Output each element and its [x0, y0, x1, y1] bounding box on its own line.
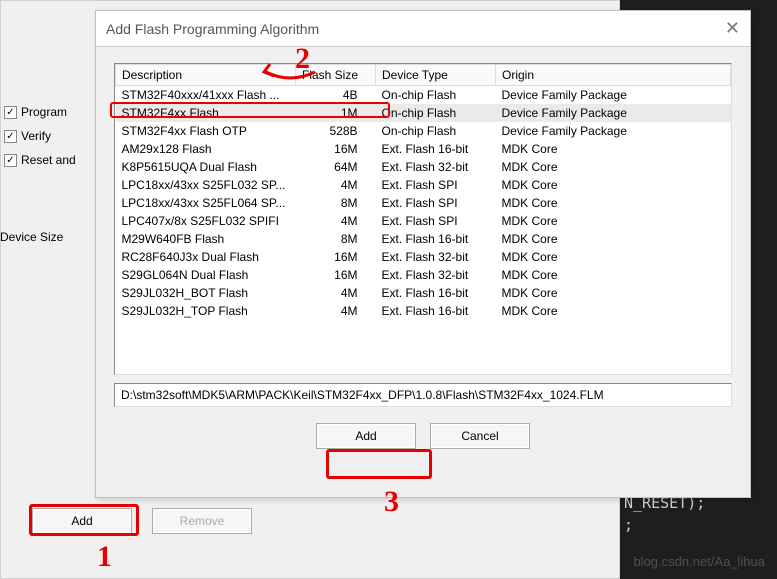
table-row[interactable]: LPC18xx/43xx S25FL064 SP...8MExt. Flash …: [116, 194, 731, 212]
cell-size: 1M: [296, 104, 376, 122]
cell-origin: MDK Core: [496, 302, 731, 320]
table-row[interactable]: AM29x128 Flash16MExt. Flash 16-bitMDK Co…: [116, 140, 731, 158]
algorithm-table[interactable]: DescriptionFlash SizeDevice TypeOrigin S…: [114, 63, 732, 375]
reset-checkbox[interactable]: ✓ Reset and: [4, 148, 76, 172]
remove-button-parent: Remove: [152, 508, 252, 534]
table-row[interactable]: STM32F4xx Flash OTP528BOn-chip FlashDevi…: [116, 122, 731, 140]
cell-size: 4M: [296, 212, 376, 230]
cell-dtype: Ext. Flash 32-bit: [376, 158, 496, 176]
check-icon: ✓: [4, 154, 17, 167]
cell-size: 16M: [296, 140, 376, 158]
add-button[interactable]: Add: [316, 423, 416, 449]
download-options-group: ✓ Program ✓ Verify ✓ Reset and: [4, 100, 76, 172]
device-size-label: Device Size: [0, 230, 63, 244]
cell-size: 4M: [296, 302, 376, 320]
cell-origin: MDK Core: [496, 140, 731, 158]
table-row[interactable]: STM32F4xx Flash1MOn-chip FlashDevice Fam…: [116, 104, 731, 122]
dialog-titlebar[interactable]: Add Flash Programming Algorithm ✕: [96, 11, 750, 47]
table-row[interactable]: LPC18xx/43xx S25FL032 SP...4MExt. Flash …: [116, 176, 731, 194]
table-row[interactable]: S29JL032H_BOT Flash4MExt. Flash 16-bitMD…: [116, 284, 731, 302]
cancel-button[interactable]: Cancel: [430, 423, 530, 449]
table-row[interactable]: RC28F640J3x Dual Flash16MExt. Flash 32-b…: [116, 248, 731, 266]
cell-size: 4B: [296, 86, 376, 105]
cell-size: 8M: [296, 194, 376, 212]
cell-dtype: Ext. Flash SPI: [376, 194, 496, 212]
cell-dtype: Ext. Flash 32-bit: [376, 248, 496, 266]
cell-dtype: On-chip Flash: [376, 86, 496, 105]
cell-dtype: Ext. Flash 16-bit: [376, 140, 496, 158]
cell-desc: M29W640FB Flash: [116, 230, 296, 248]
cell-dtype: Ext. Flash 16-bit: [376, 284, 496, 302]
reset-label: Reset and: [21, 153, 76, 167]
cell-origin: MDK Core: [496, 212, 731, 230]
cell-desc: STM32F4xx Flash OTP: [116, 122, 296, 140]
cell-origin: Device Family Package: [496, 104, 731, 122]
cell-origin: MDK Core: [496, 284, 731, 302]
table-header: DescriptionFlash SizeDevice TypeOrigin: [116, 65, 731, 86]
cell-desc: S29JL032H_BOT Flash: [116, 284, 296, 302]
code-line: ;: [620, 514, 777, 536]
cell-dtype: Ext. Flash 16-bit: [376, 302, 496, 320]
column-header[interactable]: Description: [116, 65, 296, 86]
verify-checkbox[interactable]: ✓ Verify: [4, 124, 76, 148]
watermark: blog.csdn.net/Aa_lihua: [633, 554, 765, 569]
check-icon: ✓: [4, 130, 17, 143]
cell-desc: AM29x128 Flash: [116, 140, 296, 158]
dialog-content: DescriptionFlash SizeDevice TypeOrigin S…: [96, 47, 750, 497]
cell-size: 8M: [296, 230, 376, 248]
table-row[interactable]: S29GL064N Dual Flash16MExt. Flash 32-bit…: [116, 266, 731, 284]
cell-dtype: Ext. Flash 32-bit: [376, 266, 496, 284]
parent-button-row: Add Remove: [32, 508, 252, 534]
cell-origin: MDK Core: [496, 158, 731, 176]
cell-dtype: On-chip Flash: [376, 104, 496, 122]
cell-size: 528B: [296, 122, 376, 140]
cell-origin: MDK Core: [496, 248, 731, 266]
add-button-parent[interactable]: Add: [32, 508, 132, 534]
path-field[interactable]: D:\stm32soft\MDK5\ARM\PACK\Keil\STM32F4x…: [114, 383, 732, 407]
cell-size: 64M: [296, 158, 376, 176]
cell-desc: K8P5615UQA Dual Flash: [116, 158, 296, 176]
cell-size: 16M: [296, 248, 376, 266]
cell-dtype: Ext. Flash 16-bit: [376, 230, 496, 248]
add-flash-dialog: Add Flash Programming Algorithm ✕ Descri…: [95, 10, 751, 498]
cell-dtype: Ext. Flash SPI: [376, 176, 496, 194]
close-icon[interactable]: ✕: [725, 18, 740, 39]
table-row[interactable]: LPC407x/8x S25FL032 SPIFI4MExt. Flash SP…: [116, 212, 731, 230]
cell-desc: RC28F640J3x Dual Flash: [116, 248, 296, 266]
dialog-title: Add Flash Programming Algorithm: [106, 21, 725, 37]
cell-origin: MDK Core: [496, 176, 731, 194]
column-header[interactable]: Flash Size: [296, 65, 376, 86]
cell-origin: MDK Core: [496, 194, 731, 212]
cell-desc: LPC18xx/43xx S25FL032 SP...: [116, 176, 296, 194]
dialog-button-row: Add Cancel: [114, 423, 732, 449]
cell-desc: STM32F40xxx/41xxx Flash ...: [116, 86, 296, 105]
check-icon: ✓: [4, 106, 17, 119]
cell-desc: LPC407x/8x S25FL032 SPIFI: [116, 212, 296, 230]
verify-label: Verify: [21, 129, 51, 143]
program-label: Program: [21, 105, 67, 119]
cell-dtype: On-chip Flash: [376, 122, 496, 140]
program-checkbox[interactable]: ✓ Program: [4, 100, 76, 124]
column-header[interactable]: Origin: [496, 65, 731, 86]
cell-desc: STM32F4xx Flash: [116, 104, 296, 122]
cell-size: 4M: [296, 176, 376, 194]
cell-origin: MDK Core: [496, 266, 731, 284]
table-row[interactable]: S29JL032H_TOP Flash4MExt. Flash 16-bitMD…: [116, 302, 731, 320]
cell-size: 16M: [296, 266, 376, 284]
cell-origin: MDK Core: [496, 230, 731, 248]
column-header[interactable]: Device Type: [376, 65, 496, 86]
cell-dtype: Ext. Flash SPI: [376, 212, 496, 230]
table-row[interactable]: K8P5615UQA Dual Flash64MExt. Flash 32-bi…: [116, 158, 731, 176]
cell-origin: Device Family Package: [496, 86, 731, 105]
cell-size: 4M: [296, 284, 376, 302]
table-row[interactable]: M29W640FB Flash8MExt. Flash 16-bitMDK Co…: [116, 230, 731, 248]
cell-origin: Device Family Package: [496, 122, 731, 140]
cell-desc: S29JL032H_TOP Flash: [116, 302, 296, 320]
cell-desc: S29GL064N Dual Flash: [116, 266, 296, 284]
table-row[interactable]: STM32F40xxx/41xxx Flash ...4BOn-chip Fla…: [116, 86, 731, 105]
cell-desc: LPC18xx/43xx S25FL064 SP...: [116, 194, 296, 212]
